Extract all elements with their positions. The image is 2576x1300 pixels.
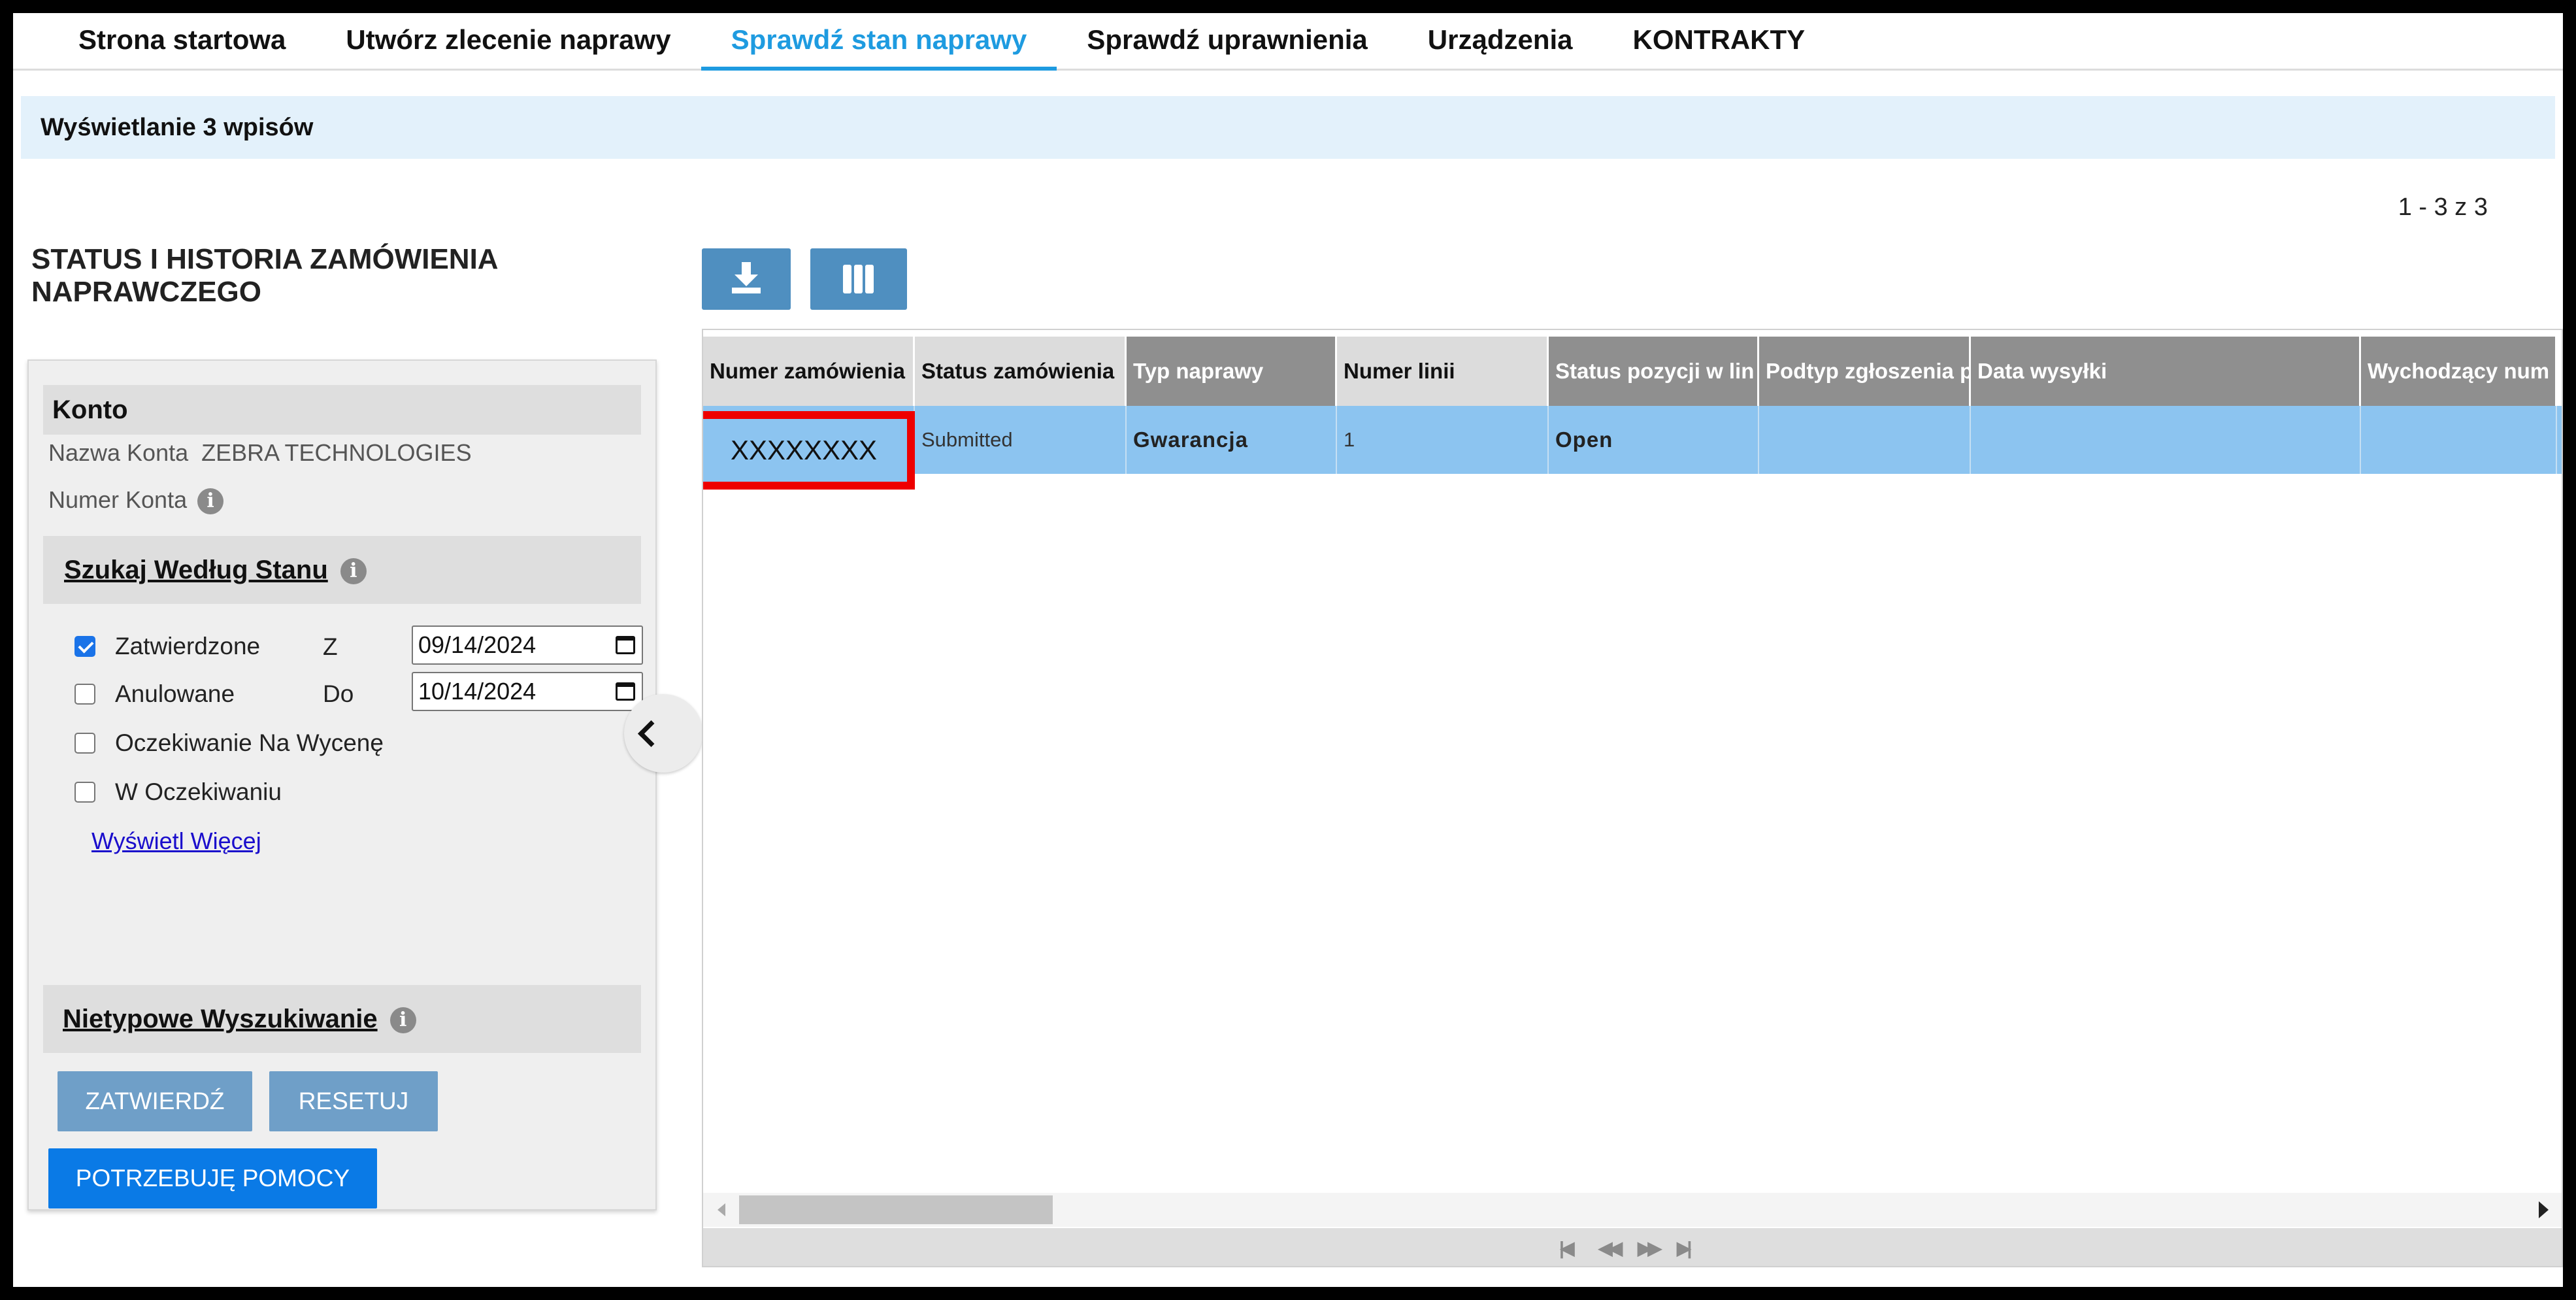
previous-page-icon[interactable]: ◀◀ [1598,1237,1623,1259]
status-option-cancelled[interactable]: Anulowane [74,678,235,710]
info-icon[interactable]: i [389,1007,416,1034]
status-option-label: Anulowane [115,680,235,707]
column-header-outbound-number[interactable]: Wychodzący num [2361,337,2557,406]
cell-repair-type: Gwarancja [1127,406,1337,474]
status-option-awaiting-quote[interactable]: Oczekiwanie Na Wycenę [74,727,384,759]
info-icon[interactable]: i [340,558,367,585]
account-heading: Konto [43,385,641,435]
status-option-pending[interactable]: W Oczekiwaniu [74,776,282,808]
grid-pager: |◀ ◀◀ ▶▶ ▶| [703,1228,2562,1266]
account-name-value: ZEBRA TECHNOLOGIES [201,439,472,466]
cell-ship-date [1971,406,2361,474]
custom-search-link[interactable]: Nietypowe Wyszukiwanie [63,1005,378,1033]
checkbox-checked[interactable] [74,636,95,657]
scroll-left-arrow-icon[interactable] [718,1203,725,1216]
status-option-label: Oczekiwanie Na Wycenę [115,729,384,756]
reset-button[interactable]: RESETUJ [269,1071,438,1131]
status-option-approved[interactable]: Zatwierdzone [74,630,260,663]
custom-search-heading: Nietypowe Wyszukiwanie i [43,985,641,1053]
date-from-value: 09/14/2024 [418,631,537,658]
scroll-right-arrow-icon[interactable] [2539,1201,2549,1218]
submit-button[interactable]: ZATWIERDŹ [58,1071,252,1131]
cell-line-status: Open [1549,406,1759,474]
info-icon[interactable]: i [197,488,224,515]
scrollbar-thumb[interactable] [739,1195,1053,1224]
date-to-value: 10/14/2024 [418,678,537,705]
search-by-status-heading: Szukaj Według Stanu i [43,536,641,604]
checkbox[interactable] [74,782,95,803]
account-number-row: Numer Konta i [48,486,224,515]
results-info-bar: Wyświetlanie 3 wpisów [21,96,2555,159]
show-more-link[interactable]: Wyświetl Więcej [91,827,261,855]
download-icon [732,262,761,293]
table-header-row: Numer zamówienia Status zamówienia Typ n… [703,337,2557,406]
date-to-input[interactable]: 10/14/2024 [412,672,643,711]
date-to-label: Do [323,680,354,707]
column-header-ship-date[interactable]: Data wysyłki [1971,337,2361,406]
top-navigation: Strona startowa Utwórz zlecenie naprawy … [13,13,2563,71]
columns-icon [843,265,874,293]
download-button[interactable] [702,248,791,310]
columns-button[interactable] [810,248,907,310]
app-window: Strona startowa Utwórz zlecenie naprawy … [13,13,2563,1287]
status-option-label: W Oczekiwaniu [115,778,282,805]
tab-check-entitlements[interactable]: Sprawdź uprawnienia [1057,13,1397,71]
horizontal-scrollbar[interactable] [703,1193,2562,1227]
last-page-icon[interactable]: ▶| [1677,1237,1693,1259]
checkbox[interactable] [74,733,95,754]
tab-check-repair-status[interactable]: Sprawdź stan naprawy [701,13,1057,71]
column-header-repair-type[interactable]: Typ naprawy [1127,337,1337,406]
cell-order-status: Submitted [915,406,1127,474]
pagination-count: 1 - 3 z 3 [2398,193,2488,221]
column-header-order-status[interactable]: Status zamówienia [915,337,1127,406]
cell-line-number: 1 [1337,406,1549,474]
column-header-order-number[interactable]: Numer zamówienia [703,337,915,406]
cell-request-subtype [1759,406,1971,474]
collapse-panel-button[interactable] [624,694,702,773]
first-page-icon[interactable]: |◀ [1559,1237,1575,1259]
account-name-label: Nazwa Konta [48,439,189,466]
page-title: STATUS I HISTORIA ZAMÓWIENIA NAPRAWCZEGO [31,243,497,308]
order-number-highlight[interactable]: XXXXXXXX [703,411,915,490]
account-name-row: Nazwa Konta ZEBRA TECHNOLOGIES [48,439,472,467]
tab-create-repair-order[interactable]: Utwórz zlecenie naprawy [316,13,701,71]
column-header-line-status[interactable]: Status pozycji w lin [1549,337,1759,406]
checkbox[interactable] [74,684,95,705]
status-option-label: Zatwierdzone [115,633,261,659]
table-row[interactable]: Submitted Gwarancja 1 Open [703,406,2562,474]
date-from-label: Z [323,633,338,660]
column-header-request-subtype[interactable]: Podtyp zgłoszenia p [1759,337,1971,406]
tab-contracts[interactable]: KONTRAKTY [1603,13,1836,71]
column-header-line-number[interactable]: Numer linii [1337,337,1549,406]
tab-home[interactable]: Strona startowa [48,13,316,71]
cell-outbound-number [2361,406,2557,474]
calendar-icon[interactable] [616,682,635,701]
chevron-left-icon [637,720,665,748]
help-button[interactable]: POTRZEBUJĘ POMOCY [48,1148,377,1208]
results-grid: Numer zamówienia Status zamówienia Typ n… [702,329,2563,1267]
next-page-icon[interactable]: ▶▶ [1638,1237,1662,1259]
tab-devices[interactable]: Urządzenia [1398,13,1603,71]
calendar-icon[interactable] [616,636,635,654]
account-number-label: Numer Konta [48,486,188,513]
date-from-input[interactable]: 09/14/2024 [412,625,643,665]
filter-panel: Konto Nazwa Konta ZEBRA TECHNOLOGIES Num… [27,359,657,1210]
search-by-status-link[interactable]: Szukaj Według Stanu [64,556,328,584]
